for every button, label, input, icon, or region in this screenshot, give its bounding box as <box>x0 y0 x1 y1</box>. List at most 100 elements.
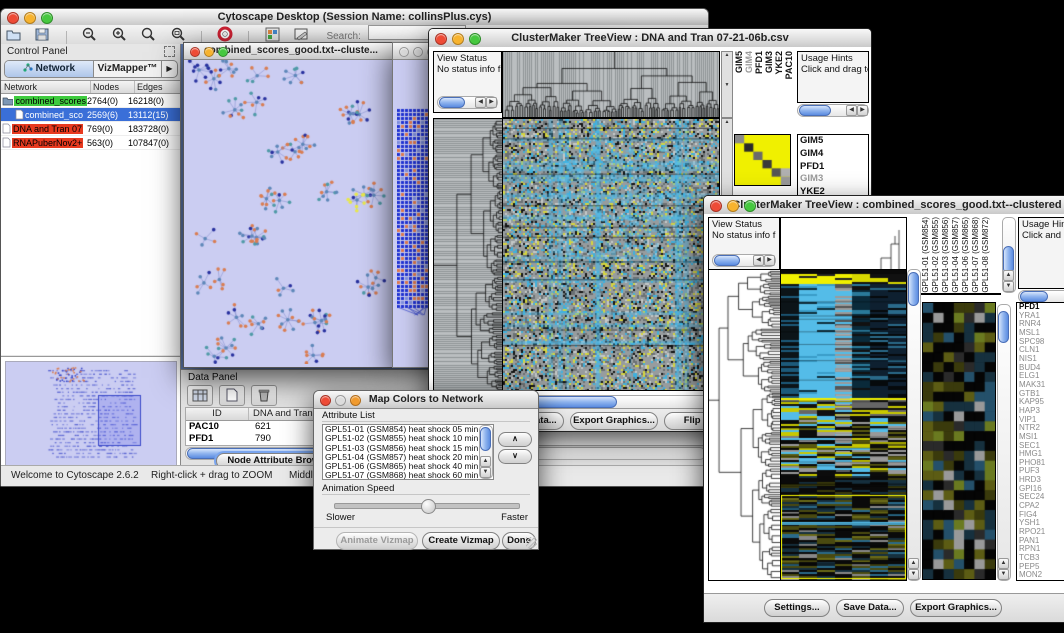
genelist-vscrollbar[interactable]: ▲ ▼ <box>997 304 1011 581</box>
slider-thumb[interactable] <box>421 499 436 514</box>
minimize-button[interactable] <box>24 12 36 24</box>
zoom-button[interactable] <box>218 47 228 57</box>
scroll-down-icon[interactable]: ▼ <box>908 569 919 580</box>
data-col-id[interactable]: ID <box>186 408 249 420</box>
zoom-out-icon[interactable] <box>81 26 98 43</box>
row-dendrogram-canvas[interactable] <box>433 118 504 391</box>
zoom-fit-icon[interactable] <box>170 26 187 43</box>
column-scroll-strip[interactable]: ▲▼ <box>721 51 733 118</box>
zoom-selected-icon[interactable] <box>140 26 157 43</box>
tab-vizmapper[interactable]: VizMapper™ <box>94 61 162 77</box>
column-dendrogram-canvas[interactable] <box>502 51 720 118</box>
heatmap-vscrollbar[interactable]: ▲ ▼ <box>907 269 921 581</box>
gene-label[interactable]: GIM3 <box>798 173 868 186</box>
labels-vscrollbar[interactable]: ▲ ▼ <box>1002 217 1016 293</box>
minimize-button[interactable] <box>727 200 739 212</box>
zoom-button[interactable] <box>41 12 53 24</box>
scroll-up-icon[interactable]: ▲ <box>998 558 1009 569</box>
col-nodes[interactable]: Nodes <box>91 81 135 93</box>
settings-button[interactable]: Settings... <box>764 599 830 617</box>
treeview1-title-bar[interactable]: ClusterMaker TreeView : DNA and Tran 07-… <box>429 29 871 48</box>
network-view-title-bar[interactable]: combined_scores_good.txt--cluste... <box>184 43 398 60</box>
close-button[interactable] <box>190 47 200 57</box>
open-folder-icon[interactable] <box>5 26 22 43</box>
network-row[interactable]: DNA and Tran 07 769(0) 183728(0) <box>1 122 180 136</box>
move-down-button[interactable]: ∨ <box>498 449 532 464</box>
gene-label[interactable]: MON2 <box>1017 571 1064 580</box>
network-canvas[interactable] <box>185 60 395 364</box>
close-button[interactable] <box>7 12 19 24</box>
scroll-right-icon[interactable]: ▶ <box>486 97 497 108</box>
resize-grip[interactable] <box>526 537 537 548</box>
scroll-left-icon[interactable]: ◀ <box>846 105 857 116</box>
delete-attribute-icon[interactable] <box>251 385 277 406</box>
treeview2-title-bar[interactable]: ClusterMaker TreeView : combined_scores_… <box>704 196 1064 215</box>
table-mode-icon[interactable] <box>187 385 213 406</box>
main-title-bar[interactable]: Cytoscape Desktop (Session Name: collins… <box>1 9 708 26</box>
zoom-button[interactable] <box>469 33 481 45</box>
dialog-title-bar[interactable]: Map Colors to Network <box>314 391 538 409</box>
gene-label[interactable]: GIM4 <box>798 148 868 161</box>
minimize-button[interactable] <box>204 47 214 57</box>
scroll-down-icon[interactable]: ▼ <box>998 569 1009 580</box>
scroll-down-icon[interactable]: ▼ <box>480 467 491 478</box>
treeview2-gene-list[interactable]: PFD1YRA1RNR4MSL1SPC98CLN1NIS1BUD4ELG1MAK… <box>1016 302 1064 581</box>
close-button[interactable] <box>435 33 447 45</box>
attribute-item[interactable]: GPL51-07 (GSM868) heat shock 60 min <box>323 471 493 480</box>
vizmapper-icon[interactable] <box>264 26 281 43</box>
zoom-in-icon[interactable] <box>111 26 128 43</box>
gene-label[interactable]: GIM5 <box>798 135 868 148</box>
animation-speed-label: Animation Speed <box>322 483 394 494</box>
network-overview[interactable] <box>1 356 180 467</box>
scroll-right-icon[interactable]: ▶ <box>764 255 775 266</box>
new-attribute-icon[interactable] <box>219 385 245 406</box>
view-status-scrollbar[interactable]: ◀ ▶ <box>437 96 498 109</box>
network-row[interactable]: combined_scores 2764(0) 16218(0) <box>1 94 180 108</box>
attribute-list[interactable]: GPL51-01 (GSM854) heat shock 05 minGPL51… <box>322 424 494 480</box>
col-edges[interactable]: Edges <box>135 81 180 93</box>
help-lifebuoy-icon[interactable] <box>217 26 234 43</box>
network-row[interactable]: RNAPuberNov2+ 563(0) 107847(0) <box>1 136 180 150</box>
move-up-button[interactable]: ∧ <box>498 432 532 447</box>
zoom-button[interactable] <box>350 395 361 406</box>
column-dendrogram-canvas[interactable] <box>780 217 907 271</box>
view-status-scrollbar[interactable]: ◀ ▶ <box>712 254 776 267</box>
scroll-left-icon[interactable]: ◀ <box>753 255 764 266</box>
float-panel-icon[interactable] <box>164 46 175 57</box>
save-icon[interactable] <box>34 26 51 43</box>
close-button[interactable] <box>320 395 331 406</box>
animation-speed-slider[interactable] <box>334 503 520 509</box>
heatmap-canvas[interactable] <box>502 118 720 391</box>
minimize-button[interactable] <box>413 47 423 57</box>
scroll-up-icon[interactable]: ▲ <box>480 456 491 467</box>
save-data-button[interactable]: Save Data... <box>836 599 904 617</box>
close-button[interactable] <box>710 200 722 212</box>
export-graphics-button[interactable]: Export Graphics... <box>570 412 658 430</box>
selection-zoom-canvas[interactable] <box>734 134 791 186</box>
network-row-selected[interactable]: combined_sco 2569(6) 13112(15) <box>1 108 180 122</box>
tab-overflow-arrow[interactable]: ▶ <box>162 61 177 77</box>
overview-canvas[interactable] <box>6 362 174 463</box>
attribute-list-scrollbar[interactable]: ▲ ▼ <box>479 425 493 479</box>
create-vizmap-button[interactable]: Create Vizmap <box>422 532 500 550</box>
scroll-left-icon[interactable]: ◀ <box>475 97 486 108</box>
scroll-up-icon[interactable]: ▲ <box>908 558 919 569</box>
heatmap-canvas[interactable] <box>780 269 907 581</box>
tab-network[interactable]: Network <box>5 61 94 77</box>
row-dendrogram-canvas[interactable] <box>708 269 781 581</box>
export-graphics-button[interactable]: Export Graphics... <box>910 599 1002 617</box>
gene-label[interactable]: PFD1 <box>798 161 868 174</box>
scroll-down-icon[interactable]: ▼ <box>1003 281 1014 292</box>
animate-vizmap-button: Animate Vizmap <box>336 532 418 550</box>
minimize-button[interactable] <box>452 33 464 45</box>
usage-hints-scrollbar[interactable]: ◀ ▶ <box>797 104 869 117</box>
zoom-button[interactable] <box>744 200 756 212</box>
scroll-right-icon[interactable]: ▶ <box>857 105 868 116</box>
close-button[interactable] <box>399 47 409 57</box>
col-network[interactable]: Network <box>1 81 91 93</box>
scroll-up-icon[interactable]: ▲ <box>1003 270 1014 281</box>
selection-zoom-canvas[interactable] <box>922 302 996 580</box>
annotation-icon[interactable] <box>293 26 310 43</box>
control-panel-tabs: Network VizMapper™ ▶ <box>4 60 178 78</box>
treeview1-column-labels: GIM5GIM4PFD1GIM3YKE2PAC10 <box>734 51 794 116</box>
